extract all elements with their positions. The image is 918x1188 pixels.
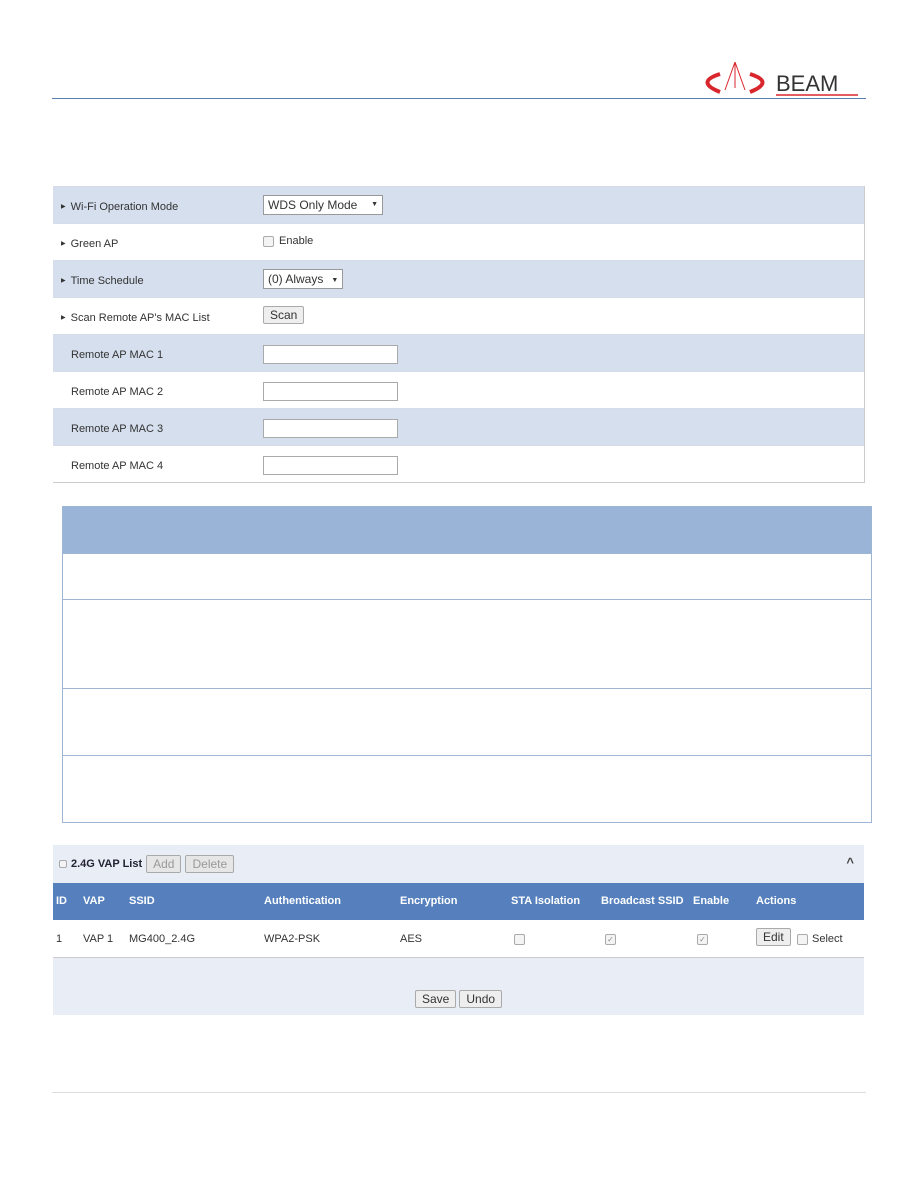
vap-list-panel: 2.4G VAP List Add Delete ^ ID VAP SSID A… [53,845,864,1015]
form-actions: Save Undo [53,990,864,1008]
col-broadcast-ssid: Broadcast SSID [601,895,684,907]
wifi-mode-select[interactable]: WDS Only Mode ▼ [263,195,383,215]
row-time-schedule: Time Schedule (0) Always▼ [53,260,864,297]
broadcast-ssid-checkbox[interactable]: ✓ [605,934,616,945]
cell-vap: VAP 1 [83,933,114,945]
description-table [62,506,872,823]
green-ap-checkbox[interactable] [263,235,274,247]
col-sta-isolation: STA Isolation [511,895,581,907]
description-row [63,553,871,599]
description-row [63,688,871,755]
mac-label: Remote AP MAC 4 [71,460,164,472]
row-green-ap: Green AP Enable [53,223,864,260]
undo-button[interactable]: Undo [459,990,503,1008]
dropdown-arrow-icon: ▼ [371,201,378,208]
page: BEAM Wi-Fi Operation Mode WDS Only Mode▼… [0,0,918,1188]
row-scan: Scan Remote AP's MAC List Scan [53,297,864,334]
col-id: ID [56,895,67,907]
description-row [63,755,871,822]
beam-logo: BEAM [705,62,858,96]
col-actions: Actions [756,895,797,907]
mac-3-input[interactable] [263,419,398,438]
col-enable: Enable [693,895,730,907]
mac-label: Remote AP MAC 3 [71,423,164,435]
scan-button[interactable]: Scan [263,306,305,324]
vap-list-toolbar: 2.4G VAP List Add Delete ^ [53,845,864,883]
select-label: Select [812,933,843,945]
cell-ssid: MG400_2.4G [129,933,196,945]
row-mac-2: Remote AP MAC 2 [53,371,864,408]
select-checkbox[interactable] [797,934,808,945]
cell-id: 1 [56,933,63,945]
mac-label: Remote AP MAC 2 [71,386,164,398]
delete-button[interactable]: Delete [185,855,235,873]
row-wifi-mode: Wi-Fi Operation Mode WDS Only Mode▼ [53,186,864,223]
mac-1-input[interactable] [263,345,398,364]
mac-2-input[interactable] [263,382,398,401]
description-row [63,599,871,688]
row-mac-3: Remote AP MAC 3 [53,408,864,445]
col-encryption: Encryption [400,895,458,907]
sta-isolation-checkbox[interactable] [514,934,525,945]
time-schedule-label: Time Schedule [61,275,144,287]
description-header [63,507,871,553]
svg-text:BEAM: BEAM [776,71,838,96]
wifi-mode-label: Wi-Fi Operation Mode [61,201,179,213]
cell-enc: AES [400,933,423,945]
chevron-up-icon[interactable]: ^ [846,855,854,870]
row-mac-4: Remote AP MAC 4 [53,445,864,482]
col-ssid: SSID [129,895,155,907]
cell-auth: WPA2-PSK [264,933,321,945]
mac-4-input[interactable] [263,456,398,475]
save-button[interactable]: Save [414,990,457,1008]
enable-label: Enable [279,235,314,247]
table-row: 1 VAP 1 MG400_2.4G WPA2-PSK AES ✓ ✓ Edit… [53,920,864,958]
wifi-config-table: Wi-Fi Operation Mode WDS Only Mode▼ Gree… [53,186,865,483]
green-ap-label: Green AP [61,238,119,250]
enable-checkbox[interactable]: ✓ [697,934,708,945]
dropdown-arrow-icon: ▼ [331,277,339,284]
col-authentication: Authentication [264,895,341,907]
edit-button[interactable]: Edit [756,928,791,946]
vap-list-title: 2.4G VAP List [71,858,143,870]
row-mac-1: Remote AP MAC 1 [53,334,864,371]
footer-divider [52,1092,866,1093]
col-vap: VAP [83,895,105,907]
add-button[interactable]: Add [146,855,182,873]
collapse-icon[interactable] [59,860,67,868]
header-divider [52,98,866,99]
mac-label: Remote AP MAC 1 [71,349,164,361]
table-header: ID VAP SSID Authentication Encryption ST… [53,883,864,920]
scan-label: Scan Remote AP's MAC List [61,312,210,324]
time-schedule-select[interactable]: (0) Always ▼ [263,269,344,289]
